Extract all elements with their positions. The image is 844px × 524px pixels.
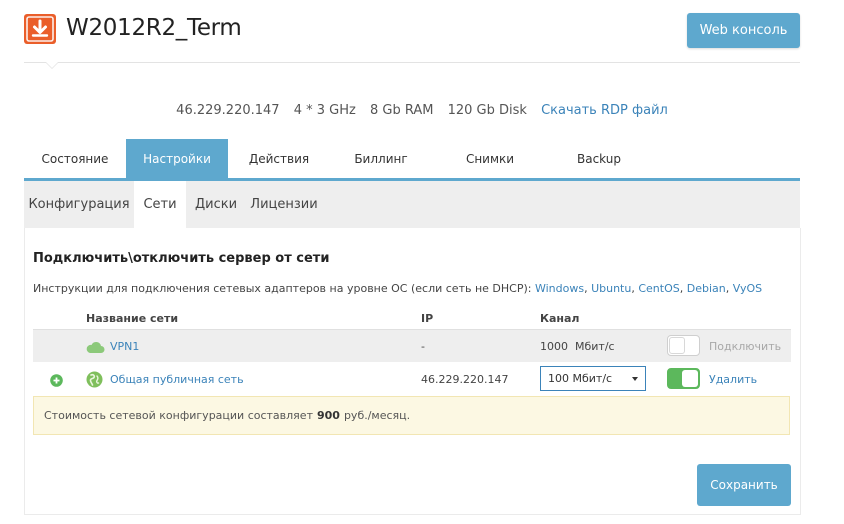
network-name-public[interactable]: Общая публичная сеть xyxy=(110,373,244,386)
network-toggle-vpn1[interactable] xyxy=(667,335,700,356)
network-name-vpn1[interactable]: VPN1 xyxy=(110,340,139,353)
tab-snapshots[interactable]: Снимки xyxy=(432,139,548,178)
subtab-disks[interactable]: Диски xyxy=(186,181,246,228)
os-instructions: Инструкции для подключения сетевых адапт… xyxy=(33,282,763,295)
os-link-vyos[interactable]: VyOS xyxy=(733,282,762,295)
sub-tabs: Конфигурация Сети Диски Лицензии xyxy=(24,181,800,228)
header-notch-inner xyxy=(46,62,58,68)
server-specs: 46.229.220.147 4 * 3 GHz 8 Gb RAM 120 Gb… xyxy=(0,103,844,118)
tab-backup[interactable]: Backup xyxy=(548,139,650,178)
column-header-channel: Канал xyxy=(540,312,580,325)
globe-icon xyxy=(86,371,103,388)
instructions-text: Инструкции для подключения сетевых адапт… xyxy=(33,282,532,295)
notice-prefix: Стоимость сетевой конфигурации составляе… xyxy=(44,409,313,422)
tab-actions[interactable]: Действия xyxy=(228,139,330,178)
toggle-knob xyxy=(682,370,698,387)
os-link-windows[interactable]: Windows xyxy=(535,282,584,295)
page-title: W2012R2_Term xyxy=(66,15,242,41)
tab-settings[interactable]: Настройки xyxy=(126,139,228,178)
channel-select-value: 100 Мбит/с xyxy=(548,372,613,385)
save-button[interactable]: Сохранить xyxy=(697,464,791,506)
server-ip: 46.229.220.147 xyxy=(176,103,280,118)
server-disk: 120 Gb Disk xyxy=(447,103,527,118)
add-circle-icon[interactable] xyxy=(50,372,63,387)
os-link-debian[interactable]: Debian xyxy=(687,282,726,295)
cost-notice: Стоимость сетевой конфигурации составляе… xyxy=(33,396,790,435)
network-channel-vpn1: 1000 Мбит/с xyxy=(540,340,615,353)
notice-amount: 900 xyxy=(316,409,340,422)
delete-network-link[interactable]: Удалить xyxy=(709,373,757,386)
channel-select[interactable]: 100 Мбит/с xyxy=(540,366,646,391)
download-icon xyxy=(24,14,56,44)
subtab-networks[interactable]: Сети xyxy=(134,181,186,228)
network-ip-public: 46.229.220.147 xyxy=(421,373,509,386)
section-title: Подключить\отключить сервер от сети xyxy=(33,251,330,266)
os-link-ubuntu[interactable]: Ubuntu xyxy=(591,282,631,295)
column-header-ip: IP xyxy=(421,312,434,325)
subtab-licenses[interactable]: Лицензии xyxy=(246,181,322,228)
header-divider xyxy=(24,62,800,63)
column-header-name: Название сети xyxy=(86,312,179,325)
server-ram: 8 Gb RAM xyxy=(369,103,434,118)
cloud-icon xyxy=(85,339,105,353)
network-ip-vpn1: - xyxy=(421,340,425,353)
notice-suffix: руб./месяц. xyxy=(343,409,411,422)
os-link-centos[interactable]: CentOS xyxy=(638,282,679,295)
subtab-configuration[interactable]: Конфигурация xyxy=(24,181,134,228)
chevron-down-icon xyxy=(632,377,638,381)
tab-status[interactable]: Состояние xyxy=(24,139,126,178)
main-tabs: Состояние Настройки Действия Биллинг Сни… xyxy=(24,139,800,178)
web-console-button[interactable]: Web консоль xyxy=(687,13,800,48)
download-rdp-link[interactable]: Скачать RDP файл xyxy=(541,103,668,118)
network-toggle-public[interactable] xyxy=(667,368,700,389)
toggle-knob xyxy=(669,337,685,354)
server-cpu: 4 * 3 GHz xyxy=(293,103,356,118)
tab-billing[interactable]: Биллинг xyxy=(330,139,432,178)
connect-label: Подключить xyxy=(709,340,782,353)
